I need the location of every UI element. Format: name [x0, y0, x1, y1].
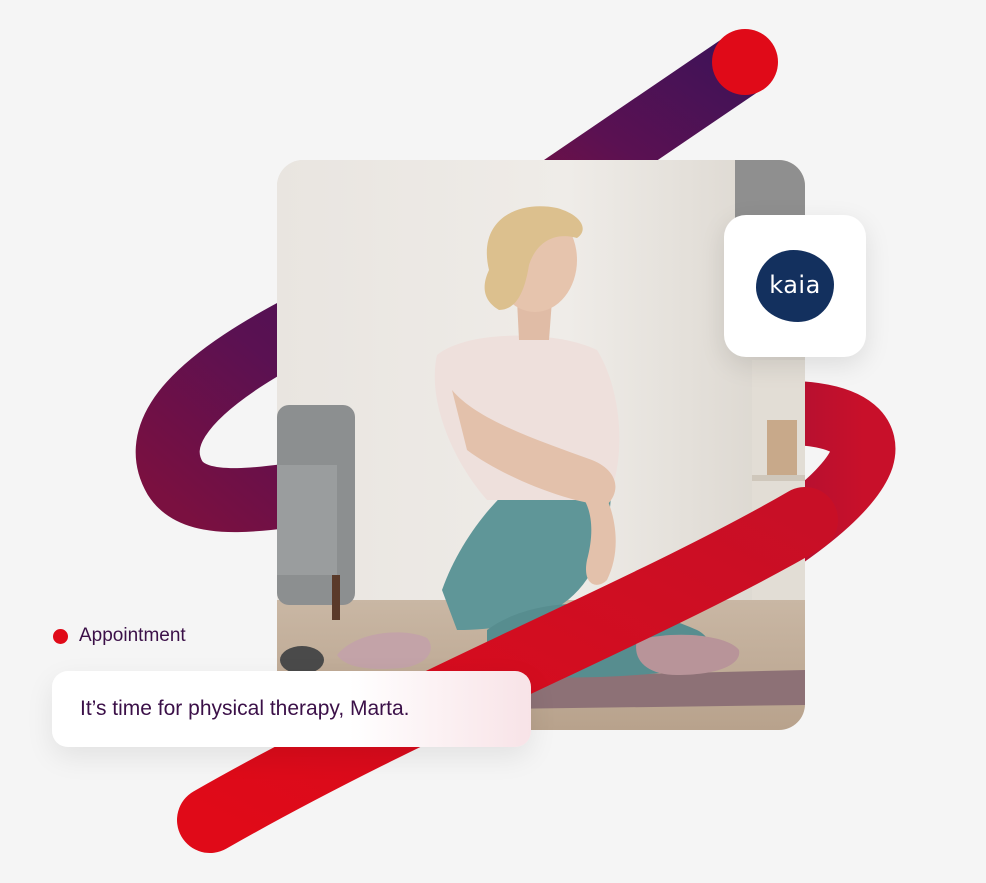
logo-text: kaia [769, 271, 821, 299]
appointment-label-text: Appointment [79, 625, 186, 646]
notification-message: It’s time for physical therapy, Marta. [80, 697, 410, 720]
status-dot-icon [53, 628, 68, 644]
kaia-logo: kaia [756, 250, 834, 322]
kaia-logo-tile: kaia [724, 215, 866, 357]
notification-card[interactable]: It’s time for physical therapy, Marta. [52, 671, 531, 747]
appointment-label: Appointment [53, 625, 186, 647]
